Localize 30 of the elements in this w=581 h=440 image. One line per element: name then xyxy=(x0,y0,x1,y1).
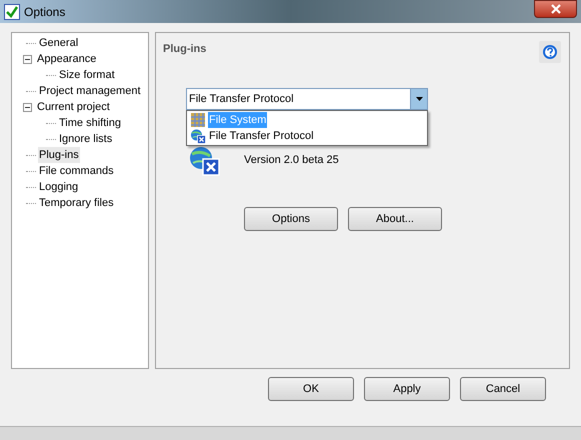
help-button[interactable] xyxy=(539,41,561,63)
grid-icon xyxy=(190,112,206,128)
tree-item[interactable]: Time shifting xyxy=(58,114,122,132)
panel-title: Plug-ins xyxy=(163,42,206,57)
panel-button[interactable]: Options xyxy=(244,207,338,231)
window-title: Options xyxy=(24,4,66,20)
tree-item[interactable]: Logging xyxy=(38,178,80,196)
tree-item[interactable]: Project management xyxy=(38,82,142,100)
tree-item[interactable]: Ignore lists xyxy=(58,130,114,148)
tree-item[interactable]: Temporary files xyxy=(38,194,115,212)
panel-button[interactable]: About... xyxy=(348,207,442,231)
plugin-combo[interactable]: File Transfer Protocol xyxy=(186,88,428,110)
caret-icon xyxy=(416,97,422,101)
tree-item[interactable]: Plug-ins xyxy=(38,146,80,164)
dialog-button[interactable]: Cancel xyxy=(460,377,546,401)
collapse-icon[interactable] xyxy=(23,54,32,64)
version-text: Version 2.0 beta 25 xyxy=(244,152,339,168)
tree-item[interactable]: File commands xyxy=(38,162,115,180)
dialog-button[interactable]: OK xyxy=(268,377,354,401)
tree-item[interactable]: General xyxy=(38,34,80,52)
collapse-icon[interactable] xyxy=(23,102,32,112)
tree-item[interactable]: Size format xyxy=(58,66,116,84)
dropdown-button[interactable] xyxy=(410,89,427,109)
dropdown-option[interactable]: File Transfer Protocol xyxy=(208,128,315,144)
tree-item[interactable]: Current project xyxy=(36,98,111,116)
close-icon xyxy=(550,4,560,14)
tree-item[interactable]: Appearance xyxy=(36,50,98,68)
close-button[interactable] xyxy=(534,0,577,18)
help-icon xyxy=(542,44,558,60)
dialog-button[interactable]: Apply xyxy=(364,377,450,401)
